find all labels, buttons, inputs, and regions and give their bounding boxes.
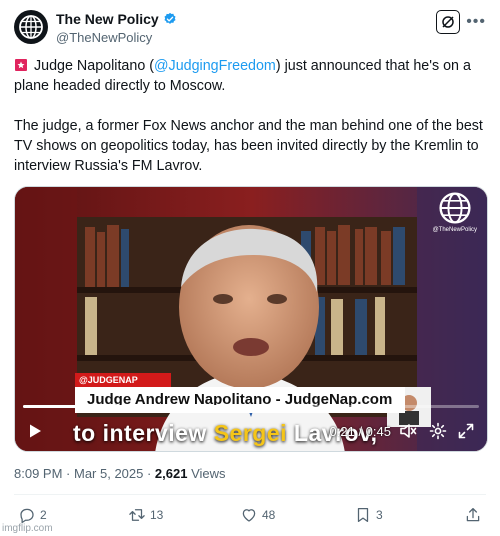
volume-icon[interactable] xyxy=(399,422,417,440)
video-progress-bar[interactable] xyxy=(23,405,479,408)
play-icon[interactable] xyxy=(27,423,43,439)
avatar[interactable] xyxy=(14,10,48,44)
fullscreen-icon[interactable] xyxy=(457,422,475,440)
bookmark-count: 3 xyxy=(376,508,383,522)
repost-button[interactable]: 13 xyxy=(128,506,163,524)
action-bar: 2 13 48 3 xyxy=(14,506,486,528)
like-count: 48 xyxy=(262,508,276,522)
site-watermark: imgflip.com xyxy=(2,523,53,534)
video-controls: 0:21 / 0:45 xyxy=(15,399,487,451)
meta-separator: · xyxy=(62,466,74,481)
share-icon xyxy=(466,507,480,522)
grok-icon xyxy=(442,16,454,28)
divider xyxy=(14,494,486,495)
bookmark-icon xyxy=(357,507,369,523)
lower-third-tag: @JUDGENAP xyxy=(75,373,171,387)
repost-icon xyxy=(129,509,145,521)
display-name[interactable]: The New Policy xyxy=(56,11,159,27)
channel-watermark: @TheNewPolicy xyxy=(433,191,477,233)
like-button[interactable]: 48 xyxy=(240,506,275,524)
watermark-handle: @TheNewPolicy xyxy=(432,227,477,233)
repost-count: 13 xyxy=(150,508,164,522)
meta-separator: · xyxy=(143,466,155,481)
tweet-text: Judge Napolitano (@JudgingFreedom) just … xyxy=(14,56,488,196)
share-button[interactable] xyxy=(464,506,482,524)
settings-icon[interactable] xyxy=(429,422,447,440)
reply-icon xyxy=(20,508,34,524)
siren-icon xyxy=(15,59,27,71)
grok-button[interactable] xyxy=(436,10,460,34)
globe-icon xyxy=(439,192,471,224)
tweet-date[interactable]: Mar 5, 2025 xyxy=(74,466,143,481)
tweet-header: The New Policy @TheNewPolicy ••• xyxy=(14,10,486,46)
tweet-text-start: Judge Napolitano ( xyxy=(34,58,155,74)
bookmark-button[interactable]: 3 xyxy=(354,506,383,524)
tweet-meta: 8:09 PM · Mar 5, 2025 · 2,621 Views xyxy=(14,466,226,481)
globe-icon xyxy=(19,15,43,39)
verified-badge-icon xyxy=(164,12,176,24)
author-names: The New Policy @TheNewPolicy xyxy=(56,11,177,45)
views-label: Views xyxy=(187,466,226,481)
reply-button[interactable]: 2 xyxy=(18,506,47,524)
views-count: 2,621 xyxy=(154,466,188,481)
video-time: 0:21 / 0:45 xyxy=(329,424,391,439)
video-player[interactable]: @TheNewPolicy @JUDGENAP Judge Andrew Nap… xyxy=(14,186,488,452)
handle[interactable]: @TheNewPolicy xyxy=(56,30,177,45)
tweet-paragraph-1: Judge Napolitano (@JudgingFreedom) just … xyxy=(14,56,488,96)
mention-link[interactable]: @JudgingFreedom xyxy=(154,58,276,74)
heart-icon xyxy=(242,509,256,522)
reply-count: 2 xyxy=(40,508,47,522)
video-progress-fill xyxy=(23,405,238,408)
more-icon[interactable]: ••• xyxy=(466,14,486,30)
tweet-paragraph-2: The judge, a former Fox News anchor and … xyxy=(14,118,483,174)
tweet-time[interactable]: 8:09 PM xyxy=(14,466,62,481)
